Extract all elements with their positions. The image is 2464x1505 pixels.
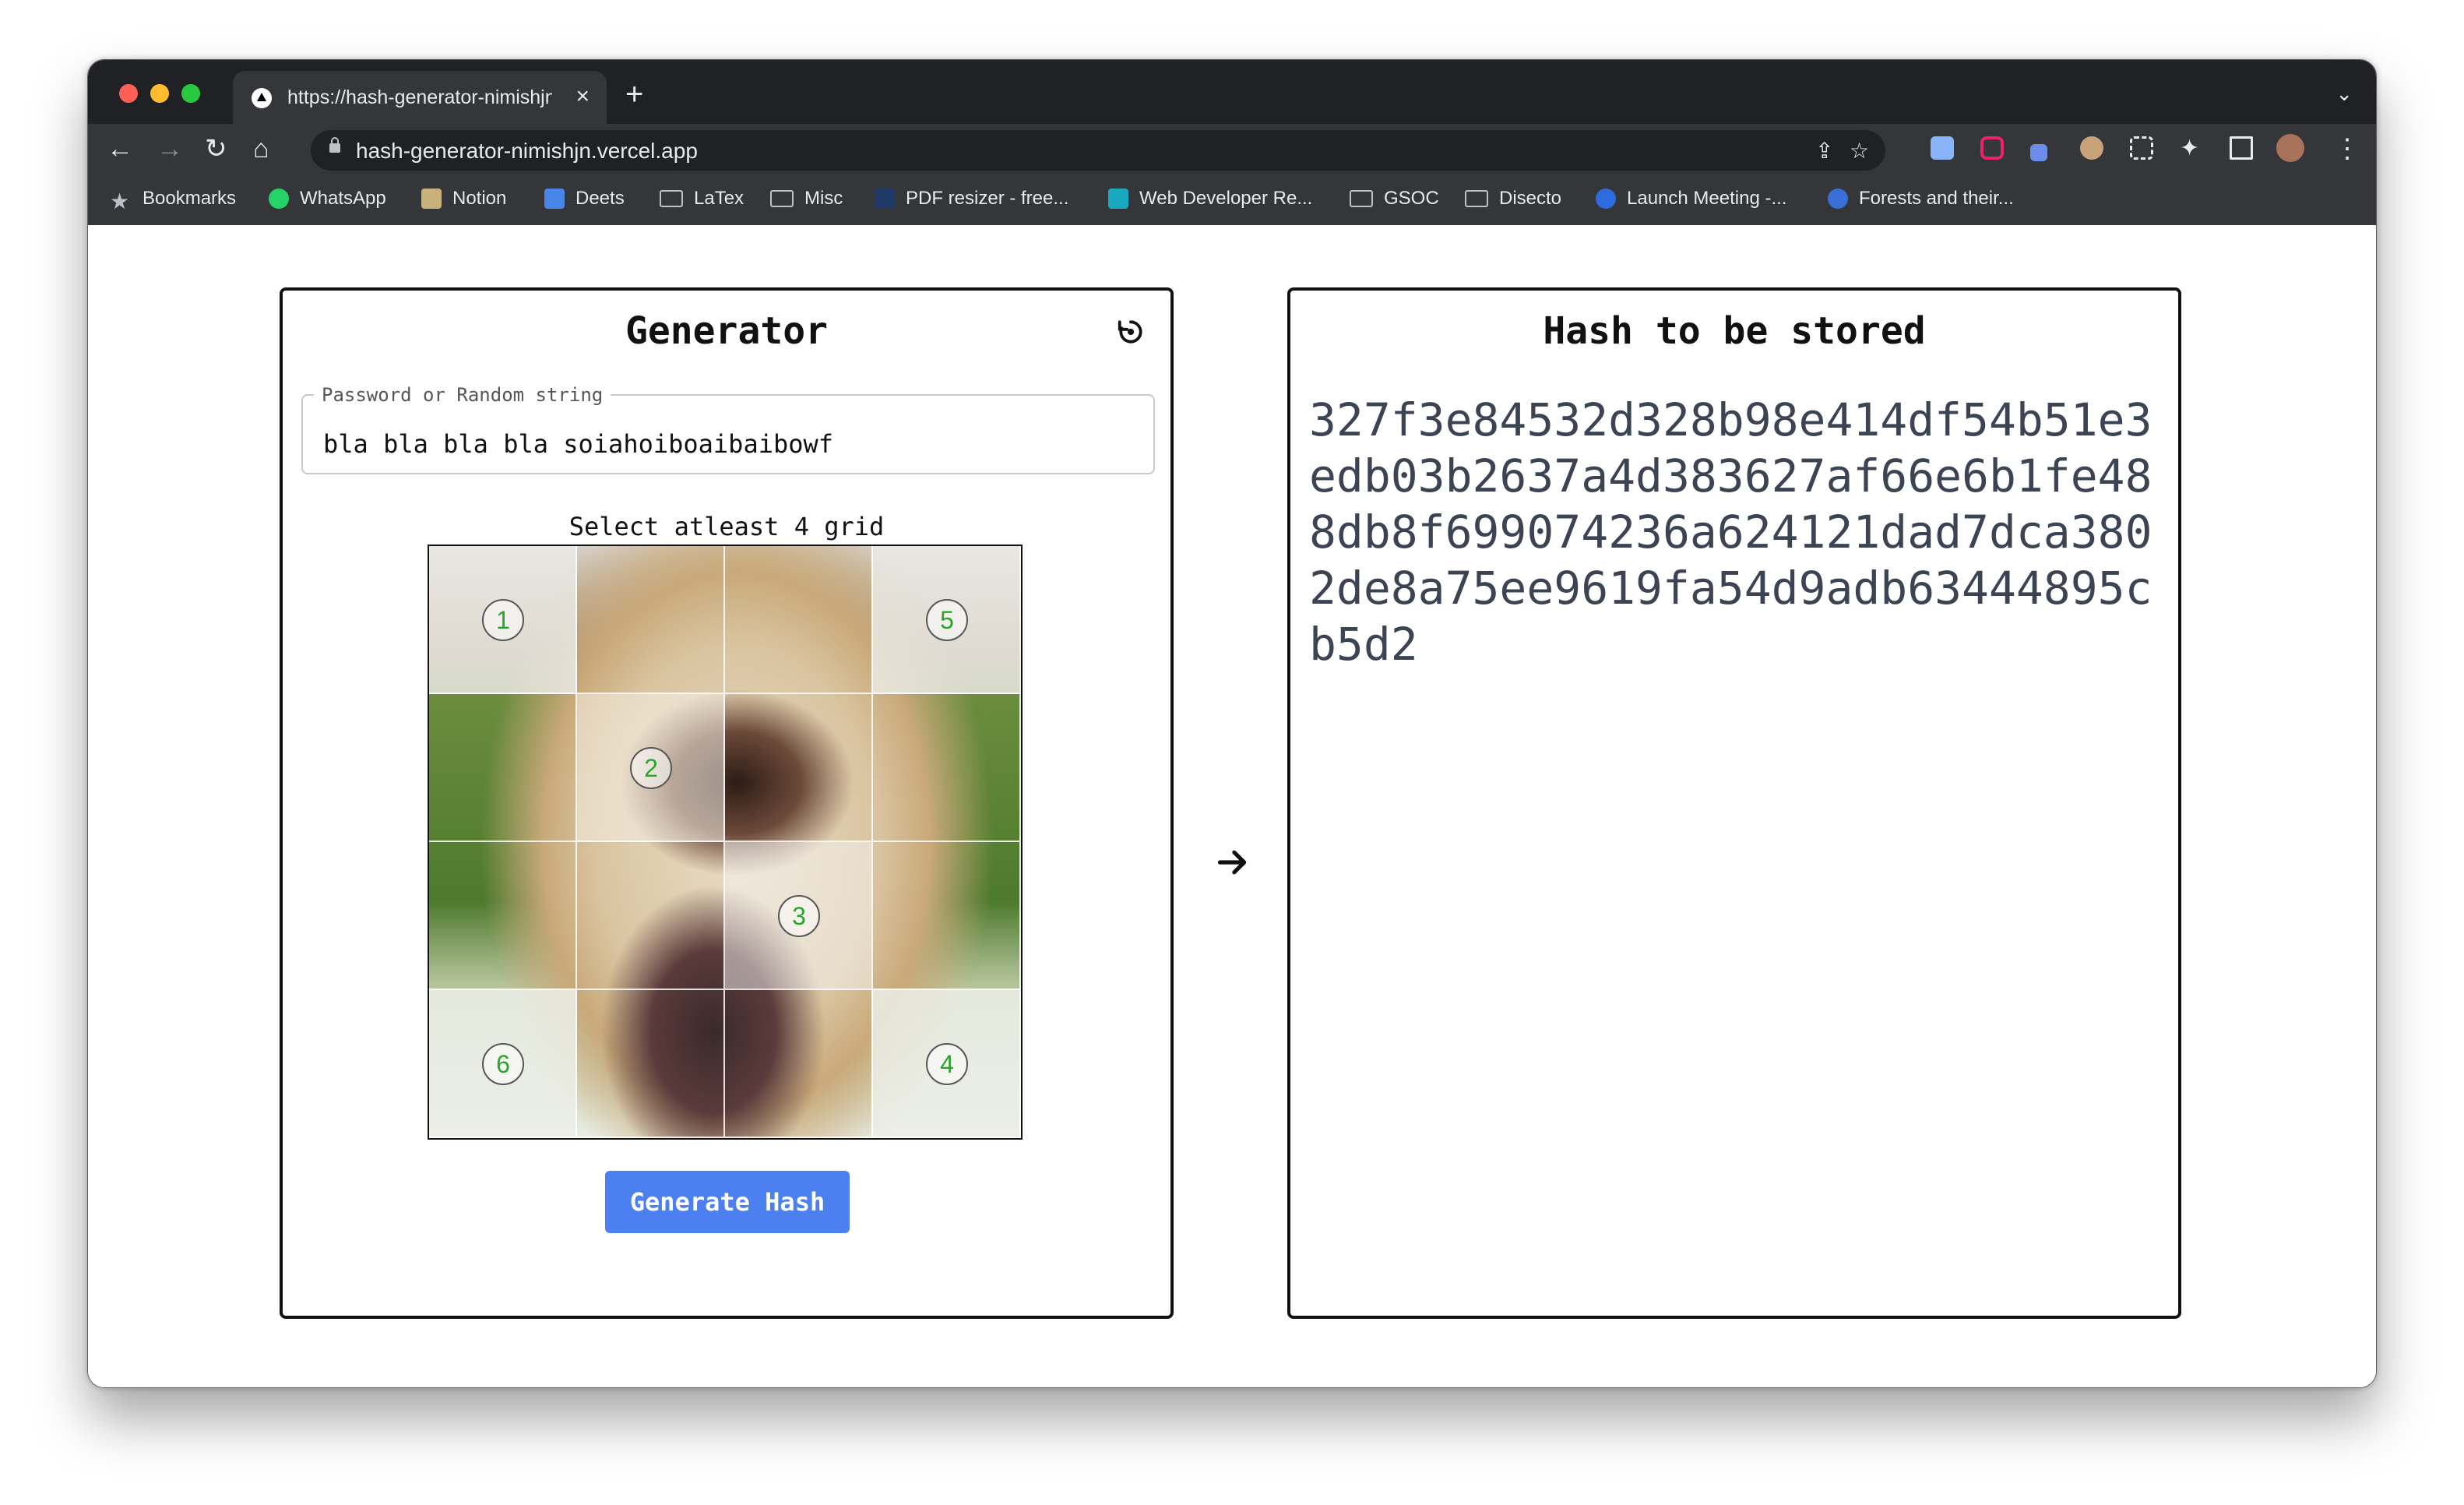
bookmark-item[interactable]: LaTex (660, 188, 744, 210)
chrome-menu-icon[interactable]: ⋮ (2334, 133, 2360, 164)
web-developer-icon (1108, 189, 1128, 209)
close-tab-icon[interactable]: × (576, 83, 590, 110)
browser-window: https://hash-generator-nimishjn.vercel.a… (87, 59, 2377, 1388)
bookmark-item[interactable]: Misc (770, 188, 843, 210)
hash-panel: Hash to be stored 327f3e84532d328b98e414… (1287, 287, 2181, 1319)
grid-cell[interactable]: 3 (725, 842, 873, 990)
password-field[interactable]: Password or Random string bla bla bla bl… (301, 384, 1155, 474)
hash-output: 327f3e84532d328b98e414df54b51e3edb03b263… (1309, 393, 2152, 671)
share-icon[interactable]: ⇪ (1815, 138, 1833, 164)
forward-button[interactable]: → (157, 133, 183, 164)
grid-cell[interactable] (577, 546, 725, 694)
generator-title: Generator (625, 309, 829, 353)
grid-cell[interactable] (725, 990, 873, 1138)
grid-cell[interactable]: 5 (873, 546, 1021, 694)
tab-bar: https://hash-generator-nimishjn.vercel.a… (88, 60, 2376, 124)
tab-search-chevron-icon[interactable]: ⌄ (2336, 82, 2353, 106)
extension-pen-icon[interactable] (2030, 144, 2047, 161)
bookmark-item[interactable]: GSOC (1350, 188, 1439, 210)
bookmark-item[interactable]: WhatsApp (269, 188, 386, 210)
extension-color-icon[interactable] (1980, 136, 2004, 160)
grid-cell[interactable] (429, 694, 577, 842)
generate-hash-button[interactable]: Generate Hash (605, 1171, 850, 1233)
browser-toolbar: ← → ↻ ⌂ hash-generator-nimishjn.vercel.a… (88, 124, 2376, 175)
password-input[interactable]: bla bla bla bla soiahoiboaibaibowf (323, 429, 833, 459)
zoom-icon (1596, 189, 1616, 209)
grid-cell[interactable] (725, 694, 873, 842)
grid-instruction: Select atleast 4 grid (568, 512, 885, 541)
grid-cell[interactable]: 4 (873, 990, 1021, 1138)
selection-order-badge: 5 (926, 599, 968, 641)
bookmarks-bar: ★ Bookmarks WhatsApp Notion Deets LaTex M… (88, 175, 2376, 225)
new-tab-button[interactable]: + (625, 79, 643, 110)
bookmark-item[interactable]: ★ Bookmarks (110, 188, 236, 213)
selection-order-badge: 2 (630, 747, 672, 789)
arrow-right-icon (1217, 850, 1247, 875)
image-grid: 1 5 2 3 6 4 (428, 545, 1023, 1140)
star-icon: ★ (110, 189, 130, 213)
bookmark-item[interactable]: Notion (421, 188, 506, 210)
grid-cell[interactable]: 2 (577, 694, 725, 842)
address-url[interactable]: hash-generator-nimishjn.vercel.app (356, 139, 698, 164)
hash-title: Hash to be stored (1543, 309, 1926, 353)
profile-avatar[interactable] (2276, 134, 2304, 162)
lock-icon[interactable] (329, 137, 340, 153)
grid-cell[interactable] (577, 990, 725, 1138)
bookmark-item[interactable]: Forests and their... (1828, 188, 2014, 210)
site-icon (1828, 189, 1848, 209)
selection-order-badge: 6 (482, 1043, 524, 1085)
grid-cell[interactable]: 6 (429, 990, 577, 1138)
generator-panel: Generator Password or Random string bla … (280, 287, 1174, 1319)
close-window-button[interactable] (119, 84, 138, 103)
selection-order-badge: 3 (778, 895, 820, 937)
bookmark-item[interactable]: Deets (544, 188, 625, 210)
side-panel-icon[interactable] (2230, 136, 2253, 160)
bookmark-item[interactable]: Launch Meeting -... (1596, 188, 1786, 210)
browser-tab[interactable]: https://hash-generator-nimishjn.vercel.a… (233, 71, 607, 124)
bookmark-star-icon[interactable]: ☆ (1850, 138, 1869, 164)
grid-cell[interactable] (873, 842, 1021, 990)
grid-cell[interactable] (873, 694, 1021, 842)
grid-cell[interactable]: 1 (429, 546, 577, 694)
grid-cell[interactable] (725, 546, 873, 694)
bookmark-item[interactable]: Web Developer Re... (1108, 188, 1312, 210)
minimize-window-button[interactable] (150, 84, 169, 103)
back-button[interactable]: ← (107, 133, 133, 164)
folder-icon (660, 190, 683, 207)
qr-code-icon[interactable] (2130, 136, 2153, 160)
notion-icon (421, 189, 442, 209)
bookmark-item[interactable]: Disecto (1465, 188, 1561, 210)
extension-docs-icon[interactable] (1931, 136, 1954, 160)
maximize-window-button[interactable] (181, 84, 200, 103)
selection-order-badge: 4 (926, 1043, 968, 1085)
reset-icon[interactable] (1116, 317, 1146, 347)
folder-icon (1465, 190, 1488, 207)
extensions-puzzle-icon[interactable]: ✦ (2180, 133, 2199, 164)
folder-icon (770, 190, 794, 207)
password-field-label: Password or Random string (322, 384, 604, 406)
page-content: Generator Password or Random string bla … (88, 225, 2376, 1387)
pdf-icon (875, 189, 895, 209)
bookmark-item[interactable]: PDF resizer - free... (875, 188, 1068, 210)
selection-order-badge: 1 (482, 599, 524, 641)
address-bar[interactable]: hash-generator-nimishjn.vercel.app ⇪ ☆ (311, 130, 1885, 171)
home-button[interactable]: ⌂ (253, 133, 269, 164)
folder-icon (1350, 190, 1373, 207)
tab-title: https://hash-generator-nimishjn.vercel.a… (287, 86, 552, 108)
docs-icon (544, 189, 565, 209)
vercel-favicon-icon (252, 88, 272, 108)
whatsapp-icon (269, 189, 289, 209)
extension-avatar-icon[interactable] (2080, 136, 2103, 160)
grid-cell[interactable] (429, 842, 577, 990)
reload-button[interactable]: ↻ (205, 133, 227, 164)
grid-cell[interactable] (577, 842, 725, 990)
